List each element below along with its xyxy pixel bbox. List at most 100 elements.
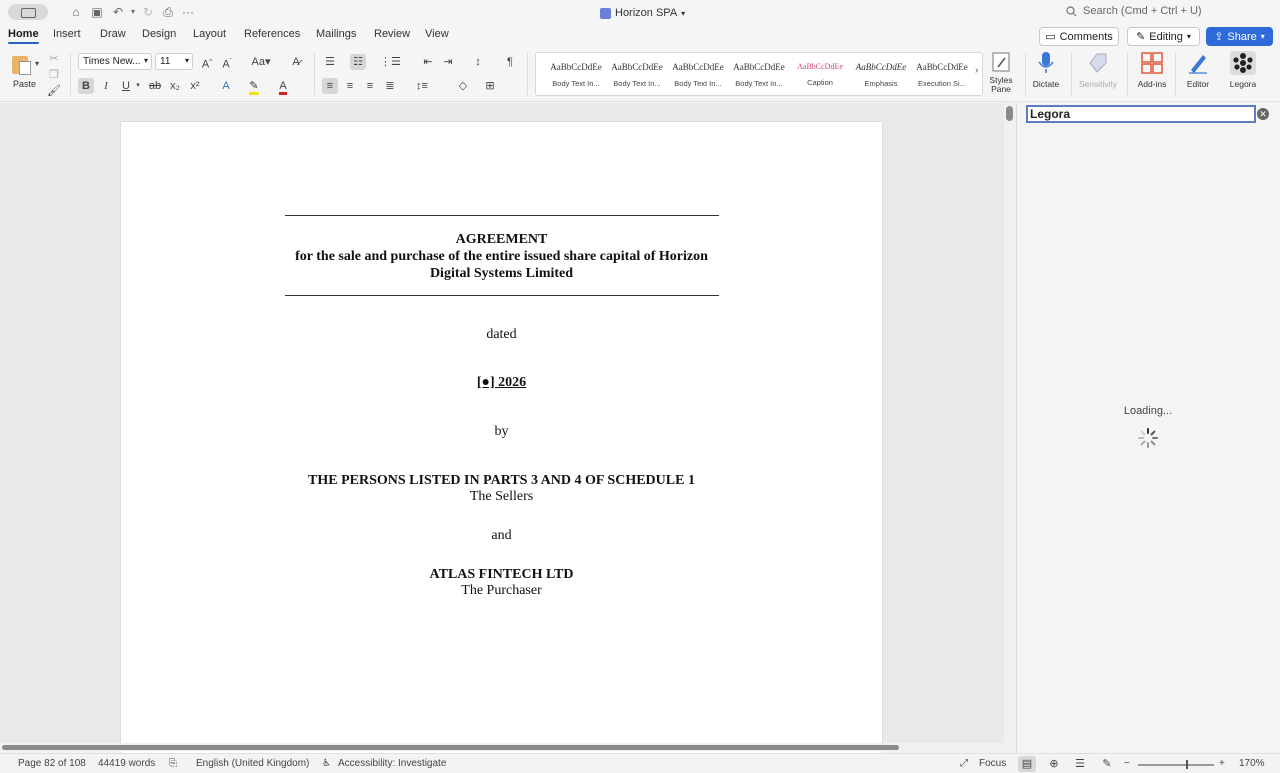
focus-button[interactable]: Focus	[979, 758, 1006, 769]
tab-layout[interactable]: Layout	[193, 28, 226, 40]
tab-design[interactable]: Design	[142, 28, 176, 40]
font-color-icon[interactable]: A	[275, 78, 291, 95]
style-caption[interactable]: AaBbCcDdEe Caption	[792, 57, 848, 93]
strikethrough-button[interactable]: ab	[147, 78, 163, 94]
print-icon[interactable]: ⎙	[161, 5, 175, 19]
loading-text: Loading...	[1123, 405, 1173, 417]
horizontal-scroll-thumb[interactable]	[2, 745, 899, 750]
copy-icon[interactable]: ❐	[46, 67, 62, 83]
style-body-text-4[interactable]: AaBbCcDdEe Body Text In...	[731, 57, 787, 93]
share-button[interactable]: ⇪ Share ▾	[1206, 27, 1273, 46]
tab-draw[interactable]: Draw	[100, 28, 126, 40]
show-formatting-icon[interactable]: ¶	[502, 54, 518, 70]
change-case-icon[interactable]: Aa▾	[250, 54, 272, 70]
proofing-icon[interactable]: ⎘	[169, 758, 177, 769]
draft-view-icon[interactable]: ✎	[1098, 756, 1116, 772]
italic-button[interactable]: I	[98, 78, 114, 94]
paste-icon[interactable]	[12, 53, 32, 75]
style-execution[interactable]: AaBbCcDdEe Execution Si...	[914, 57, 970, 93]
vertical-scroll-thumb[interactable]	[1006, 106, 1013, 121]
zoom-slider-knob[interactable]	[1186, 760, 1188, 769]
gallery-next-icon[interactable]: ›	[975, 65, 978, 76]
multilevel-list-icon[interactable]: ⋮☰	[380, 54, 401, 70]
editor-button[interactable]: Editor	[1178, 51, 1218, 89]
sensitivity-button[interactable]: Sensitivity	[1076, 51, 1120, 89]
save-icon[interactable]: ▣	[90, 5, 104, 19]
document-page[interactable]: AGREEMENT for the sale and purchase of t…	[121, 122, 882, 762]
line-spacing-icon[interactable]: ↕≡	[414, 78, 430, 94]
decrease-indent-icon[interactable]: ⇤	[420, 54, 436, 70]
clear-formatting-icon[interactable]: A̷	[288, 54, 304, 70]
comments-button[interactable]: ▭ Comments	[1039, 27, 1119, 46]
borders-icon[interactable]: ⊞	[482, 78, 498, 94]
home-icon[interactable]: ⌂	[69, 5, 83, 19]
align-center-icon[interactable]: ≡	[342, 78, 358, 94]
language-indicator[interactable]: English (United Kingdom)	[196, 758, 309, 769]
zoom-slider[interactable]	[1138, 764, 1214, 766]
tab-references[interactable]: References	[244, 28, 300, 40]
highlight-icon[interactable]: ✎	[246, 78, 262, 95]
tab-mailings[interactable]: Mailings	[316, 28, 356, 40]
shading-icon[interactable]: ◇	[455, 78, 471, 94]
comment-icon: ▭	[1045, 31, 1056, 43]
status-bar: Page 82 of 108 44419 words ⎘ English (Un…	[0, 753, 1280, 773]
sidebar-toggle-button[interactable]	[8, 4, 48, 20]
redo-icon[interactable]: ↻	[141, 5, 155, 19]
undo-dropdown-icon[interactable]: ▾	[126, 5, 140, 19]
sort-icon[interactable]: ↕	[470, 54, 486, 70]
web-layout-icon[interactable]: ⊕	[1045, 756, 1063, 772]
style-body-text-2[interactable]: AaBbCcDdEe Body Text In...	[609, 57, 665, 93]
document-canvas[interactable]: AGREEMENT for the sale and purchase of t…	[0, 103, 1004, 762]
zoom-in-button[interactable]: +	[1219, 758, 1225, 769]
page-count[interactable]: Page 82 of 108	[18, 758, 86, 769]
divider	[527, 53, 528, 95]
increase-indent-icon[interactable]: ⇥	[440, 54, 456, 70]
underline-dropdown-icon[interactable]: ▾	[130, 78, 146, 94]
superscript-button[interactable]: x²	[187, 78, 203, 94]
paste-dropdown-icon[interactable]: ▾	[35, 59, 39, 68]
tab-insert[interactable]: Insert	[53, 28, 81, 40]
tab-view[interactable]: View	[425, 28, 449, 40]
outline-view-icon[interactable]: ☰	[1071, 756, 1089, 772]
dictate-button[interactable]: Dictate	[1026, 51, 1066, 89]
justify-icon[interactable]: ≣	[382, 78, 398, 94]
document-title[interactable]: Horizon SPA ▾	[600, 5, 685, 21]
accessibility-status[interactable]: Accessibility: Investigate	[338, 758, 446, 769]
search-box[interactable]: Search (Cmd + Ctrl + U)	[1066, 5, 1202, 17]
text-effects-icon[interactable]: A	[218, 78, 234, 94]
word-count[interactable]: 44419 words	[98, 758, 155, 769]
more-icon[interactable]: ···	[181, 5, 195, 19]
align-left-icon[interactable]: ≡	[322, 78, 338, 94]
shrink-font-icon[interactable]: Aˇ	[219, 54, 235, 71]
align-right-icon[interactable]: ≡	[362, 78, 378, 94]
subscript-button[interactable]: x₂	[167, 78, 183, 94]
editing-mode-button[interactable]: ✎ Editing ▾	[1127, 27, 1200, 46]
tab-review[interactable]: Review	[374, 28, 410, 40]
close-icon[interactable]: ✕	[1257, 108, 1269, 120]
zoom-out-button[interactable]: −	[1124, 758, 1130, 769]
paste-button-label[interactable]: Paste	[13, 79, 36, 89]
bold-button[interactable]: B	[78, 78, 94, 94]
style-body-text-1[interactable]: AaBbCcDdEe Body Text In...	[548, 57, 604, 93]
style-body-text-3[interactable]: AaBbCcDdEe Body Text In...	[670, 57, 726, 93]
font-size-select[interactable]: 11 ▾	[155, 53, 193, 70]
style-emphasis[interactable]: AaBbCcDdEe Emphasis	[853, 57, 909, 93]
bullets-icon[interactable]: ☰	[322, 54, 338, 70]
purchaser-role: The Purchaser	[461, 583, 542, 598]
tab-home[interactable]: Home	[8, 28, 39, 44]
cut-icon[interactable]: ✂	[46, 51, 62, 67]
undo-icon[interactable]: ↶	[111, 5, 125, 19]
grow-font-icon[interactable]: A^	[199, 54, 215, 71]
numbering-icon[interactable]: ☷	[350, 54, 366, 70]
title-bar: ⌂ ▣ ↶ ▾ ↻ ⎙ ··· Horizon SPA ▾ Search (Cm…	[0, 0, 1280, 25]
zoom-level[interactable]: 170%	[1239, 758, 1265, 769]
legora-button[interactable]: Legora	[1223, 51, 1263, 89]
styles-pane-button[interactable]: Styles Pane	[981, 51, 1021, 94]
addins-button[interactable]: Add-ins	[1132, 51, 1172, 89]
format-painter-icon[interactable]: 🖌	[46, 83, 62, 99]
font-name-select[interactable]: Times New... ▾	[78, 53, 152, 70]
vertical-scrollbar[interactable]	[1004, 103, 1016, 743]
print-layout-icon[interactable]: ▤	[1018, 756, 1036, 772]
title-rule-bottom	[285, 295, 719, 296]
editor-pen-icon	[1187, 51, 1209, 75]
